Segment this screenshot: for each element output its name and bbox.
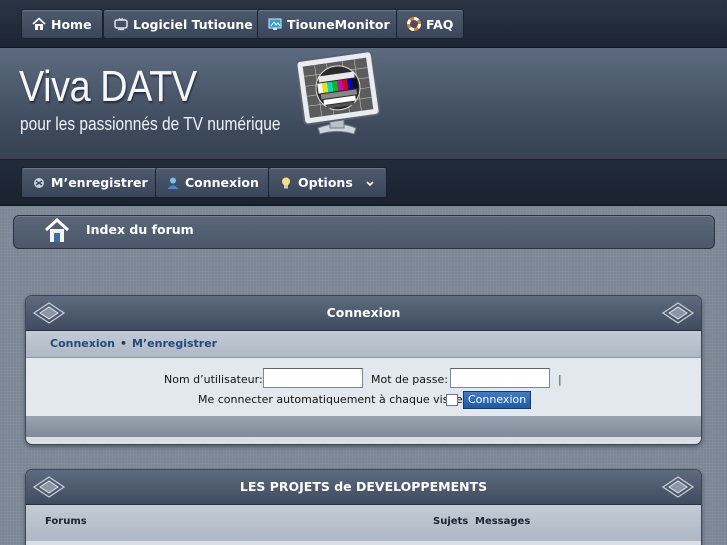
login-form: Nom d’utilisateur: Mot de passe: | Me co… (26, 358, 701, 416)
projects-panel-header: LES PROJETS de DEVELOPPEMENTS (26, 470, 701, 505)
nav-faq-label: FAQ (426, 16, 454, 32)
login-panel-header: Connexion (26, 296, 701, 331)
nav-tiounemonitor-label: TiouneMonitor (287, 16, 390, 32)
nav-logiciel-button[interactable]: Logiciel Tutioune (103, 9, 264, 39)
lightbulb-icon (282, 177, 290, 188)
register-button[interactable]: M’enregistrer (21, 167, 159, 198)
diamond-ornament-icon (661, 302, 695, 324)
user-navigation: M’enregistrer Connexion Options (0, 160, 727, 206)
username-label: Nom d’utilisateur: (164, 373, 263, 386)
tv-test-card-logo (295, 52, 380, 135)
column-posts: Messages (475, 516, 531, 527)
lifebuoy-icon (407, 17, 421, 31)
login-button[interactable]: Connexion (155, 167, 270, 198)
login-panel-footer (26, 416, 701, 437)
login-links-bar: Connexion • M’enregistrer (26, 331, 701, 358)
projects-panel: LES PROJETS de DEVELOPPEMENTS Forums Suj… (25, 469, 702, 545)
password-input[interactable] (450, 368, 550, 388)
autologin-label: Me connecter automatiquement à chaque vi… (198, 393, 463, 406)
login-link[interactable]: Connexion (50, 337, 115, 350)
breadcrumb: Index du forum (13, 215, 715, 249)
site-tagline: pour les passionnés de TV numérique (20, 114, 281, 134)
password-label: Mot de passe: (371, 373, 448, 386)
column-topics: Sujets (433, 516, 469, 527)
user-icon (167, 177, 179, 189)
username-input[interactable] (263, 368, 363, 388)
site-title[interactable]: Viva DATV (19, 62, 197, 112)
tv-icon (114, 17, 128, 31)
nav-faq-button[interactable]: FAQ (396, 9, 465, 39)
home-icon[interactable] (44, 218, 70, 244)
column-forums: Forums (45, 516, 87, 527)
home-icon (32, 17, 46, 30)
options-label: Options (298, 175, 353, 190)
separator-bullet: • (120, 337, 128, 350)
login-panel: Connexion Connexion • M’enregistrer Nom d’… (25, 295, 702, 445)
login-panel-title: Connexion (326, 305, 401, 320)
register-icon (34, 177, 44, 188)
separator-pipe: | (558, 373, 562, 386)
options-dropdown[interactable]: Options (268, 167, 387, 198)
breadcrumb-forum-index[interactable]: Index du forum (86, 222, 194, 237)
nav-logiciel-label: Logiciel Tutioune (133, 16, 253, 32)
monitor-icon (268, 18, 282, 30)
login-submit-button[interactable]: Connexion (463, 391, 532, 409)
nav-home-button[interactable]: Home (21, 9, 103, 39)
forum-table-header: Forums Sujets Messages (26, 505, 701, 541)
nav-tiounemonitor-button[interactable]: TiouneMonitor (257, 9, 401, 39)
diamond-ornament-icon (661, 476, 695, 498)
autologin-checkbox[interactable] (446, 394, 458, 406)
projects-panel-title[interactable]: LES PROJETS de DEVELOPPEMENTS (26, 479, 701, 494)
nav-home-label: Home (51, 16, 92, 32)
register-link[interactable]: M’enregistrer (132, 337, 217, 350)
login-label: Connexion (185, 175, 259, 190)
register-label: M’enregistrer (51, 175, 148, 190)
top-navigation: Home Logiciel Tutioune TiouneMonitor FAQ (0, 0, 727, 48)
chevron-down-icon (366, 180, 374, 186)
